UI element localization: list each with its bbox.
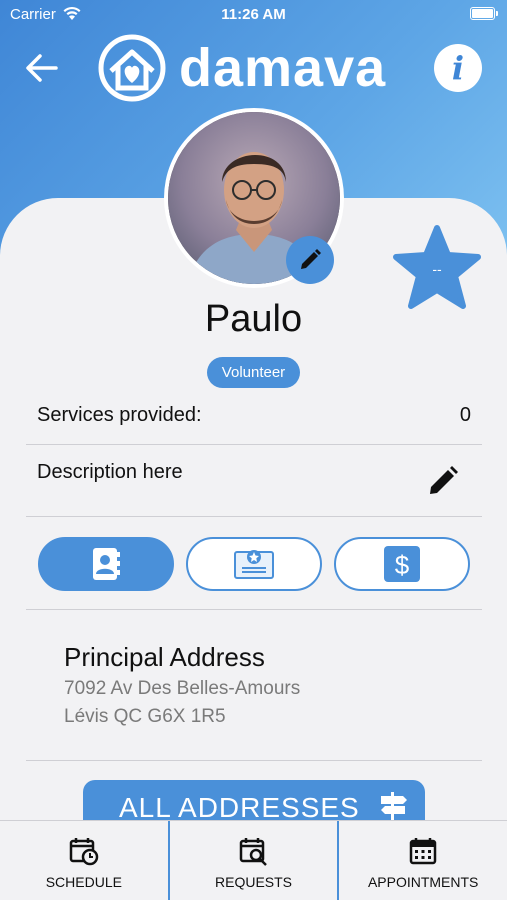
certificate-icon (234, 550, 274, 579)
nav-schedule[interactable]: SCHEDULE (0, 821, 170, 900)
address-line-1: 7092 Av Des Belles-Amours (64, 678, 301, 699)
services-label: Services provided: (37, 404, 202, 426)
logo-text: damava (179, 38, 387, 98)
dollar-icon: $ (384, 546, 420, 582)
tab-contact[interactable] (38, 537, 174, 591)
description-text: Description here (37, 461, 183, 483)
tab-certificate[interactable] (186, 537, 322, 591)
calendar-icon (409, 838, 437, 865)
nav-appointments[interactable]: APPOINTMENTS (339, 821, 507, 900)
bottom-nav: SCHEDULE REQUESTS APPOINTMENTS (0, 820, 507, 900)
clock: 11:26 AM (221, 6, 286, 23)
profile-tabs: $ (38, 537, 470, 591)
services-row: Services provided: 0 (37, 404, 471, 427)
info-button[interactable]: i (434, 44, 482, 92)
divider (26, 609, 482, 610)
edit-description-pencil-icon[interactable] (427, 465, 459, 497)
calendar-search-icon (239, 838, 267, 866)
services-count: 0 (459, 404, 471, 426)
nav-appointments-label: APPOINTMENTS (367, 874, 479, 890)
logo-house-heart-icon (98, 34, 166, 102)
address-line-2: Lévis QC G6X 1R5 (64, 706, 226, 727)
rating-text: -- (432, 261, 442, 277)
signpost-icon (381, 792, 407, 820)
app-logo: damava (97, 33, 386, 103)
status-bar: Carrier 11:26 AM (0, 0, 507, 30)
nav-requests[interactable]: REQUESTS (170, 821, 340, 900)
divider (26, 516, 482, 517)
divider (26, 444, 482, 445)
calendar-clock-icon (69, 838, 99, 866)
tab-payment[interactable]: $ (334, 537, 470, 591)
svg-text:$: $ (395, 550, 410, 580)
address-title: Principal Address (64, 642, 265, 672)
divider (26, 760, 482, 761)
contact-book-icon (93, 548, 120, 580)
pencil-icon (301, 249, 321, 269)
nav-schedule-label: SCHEDULE (45, 874, 122, 890)
back-arrow-icon[interactable] (22, 48, 62, 88)
profile-name: Paulo (204, 298, 303, 340)
battery-icon (470, 7, 498, 20)
edit-photo-button[interactable] (286, 236, 334, 284)
nav-requests-label: REQUESTS (215, 874, 293, 890)
role-badge: Volunteer (207, 357, 300, 388)
